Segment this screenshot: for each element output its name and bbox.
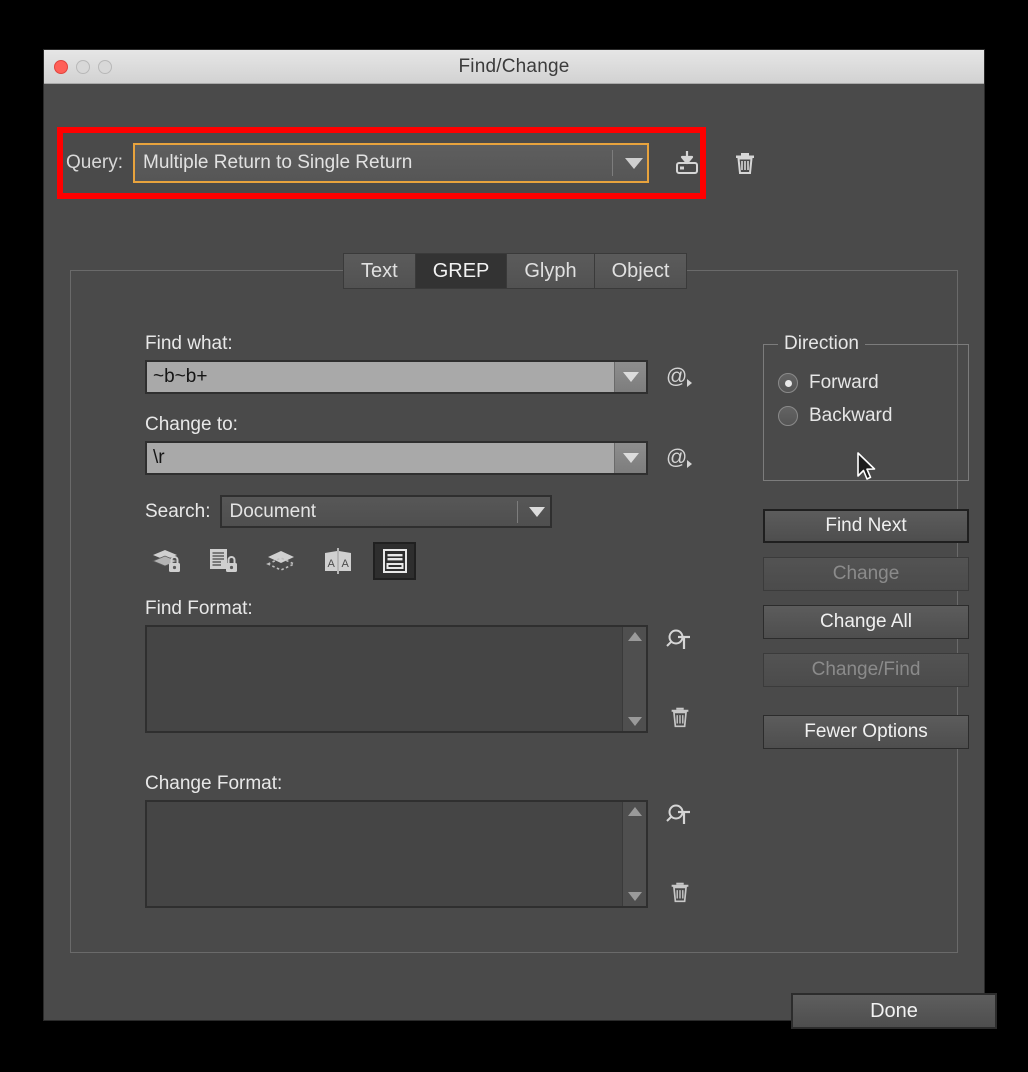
find-what-dropdown-icon[interactable] (614, 362, 646, 392)
zoom-button[interactable] (98, 59, 112, 74)
tab-glyph[interactable]: Glyph (506, 253, 594, 289)
svg-text:@: @ (666, 446, 687, 469)
dialog-body: Query: Multiple Return to Single Return (44, 84, 997, 1029)
change-to-value: \r (153, 447, 165, 468)
change-to-special-chars-icon[interactable]: @ (662, 441, 696, 475)
query-separator (612, 150, 614, 176)
window-title: Find/Change (458, 55, 570, 77)
scroll-up-icon[interactable] (627, 632, 642, 641)
change-format-specify-attributes-icon[interactable] (664, 800, 696, 832)
actions-column: Direction Forward Backward Find Next Cha… (763, 333, 973, 749)
radio-forward-label: Forward (809, 372, 879, 393)
svg-text:A: A (341, 558, 349, 570)
find-format-row (145, 625, 715, 733)
scroll-up-icon[interactable] (627, 807, 642, 816)
search-fields-column: Find what: ~b~b+ @ Change to: \r @ Searc… (145, 333, 715, 908)
query-dropdown[interactable]: Multiple Return to Single Return (133, 143, 650, 183)
scroll-down-icon[interactable] (627, 892, 642, 901)
change-format-actions (664, 800, 696, 908)
change-format-clear-icon[interactable] (664, 876, 696, 908)
find-next-button[interactable]: Find Next (763, 509, 969, 543)
change-find-button: Change/Find (763, 653, 969, 687)
include-hidden-layers-icon[interactable] (259, 542, 302, 580)
change-all-button[interactable]: Change All (763, 605, 969, 639)
delete-query-icon[interactable] (725, 143, 765, 183)
change-button: Change (763, 557, 969, 591)
svg-text:A: A (327, 558, 335, 570)
direction-option-forward[interactable]: Forward (778, 372, 954, 394)
change-to-input[interactable]: \r (145, 441, 648, 475)
change-format-block: Change Format: (145, 773, 715, 908)
include-footnotes-icon[interactable] (373, 542, 416, 580)
tab-bar: Text GREP Glyph Object (343, 253, 688, 289)
close-button[interactable] (54, 59, 68, 74)
scroll-down-icon[interactable] (627, 717, 642, 726)
tab-object[interactable]: Object (593, 253, 688, 289)
chevron-down-icon[interactable] (621, 145, 647, 181)
find-change-dialog: Find/Change Query: Multiple Return to Si… (44, 50, 997, 1029)
search-scope-row: Search: Document (145, 495, 715, 528)
query-label: Query: (66, 152, 124, 173)
search-scope-dropdown[interactable]: Document (220, 495, 553, 528)
find-what-value: ~b~b+ (153, 366, 208, 387)
find-what-label: Find what: (145, 333, 233, 354)
include-locked-stories-icon[interactable] (202, 542, 245, 580)
change-format-scrollbar[interactable] (622, 802, 646, 906)
find-what-special-chars-icon[interactable]: @ (662, 360, 696, 394)
query-row: Query: Multiple Return to Single Return (66, 136, 826, 190)
find-format-label: Find Format: (145, 598, 253, 619)
find-format-box[interactable] (145, 625, 648, 733)
direction-legend: Direction (784, 333, 859, 354)
search-scope-chevron-icon[interactable] (524, 506, 550, 517)
change-format-row (145, 800, 715, 908)
window-controls (54, 59, 112, 74)
search-scope-value: Document (229, 500, 317, 522)
search-label: Search: (145, 500, 211, 522)
include-master-pages-icon[interactable]: A A (316, 542, 359, 580)
minimize-button[interactable] (76, 59, 90, 74)
direction-group: Direction Forward Backward (763, 333, 969, 481)
change-to-row: \r @ (145, 441, 715, 475)
tab-grep[interactable]: GREP (414, 253, 507, 289)
save-query-icon[interactable] (667, 143, 707, 183)
find-format-specify-attributes-icon[interactable] (664, 625, 696, 657)
find-format-scrollbar[interactable] (622, 627, 646, 731)
change-format-label: Change Format: (145, 773, 283, 794)
svg-text:@: @ (666, 365, 687, 388)
search-scope-separator (517, 500, 519, 523)
find-what-input[interactable]: ~b~b+ (145, 360, 648, 394)
change-to-dropdown-icon[interactable] (614, 443, 646, 473)
radio-forward[interactable] (778, 373, 798, 393)
direction-option-backward[interactable]: Backward (778, 405, 954, 427)
fewer-options-button[interactable]: Fewer Options (763, 715, 969, 749)
include-locked-layers-icon[interactable] (145, 542, 188, 580)
grep-tab-panel: Find what: ~b~b+ @ Change to: \r @ Searc… (70, 270, 969, 953)
query-value: Multiple Return to Single Return (143, 152, 413, 173)
change-to-label: Change to: (145, 414, 238, 435)
radio-backward[interactable] (778, 406, 798, 426)
find-format-clear-icon[interactable] (664, 701, 696, 733)
find-format-block: Find Format: (145, 598, 715, 733)
window-titlebar: Find/Change (44, 50, 984, 84)
radio-backward-label: Backward (809, 405, 893, 426)
find-format-actions (664, 625, 696, 733)
find-what-row: ~b~b+ @ (145, 360, 715, 394)
tab-text[interactable]: Text (343, 253, 415, 289)
done-button[interactable]: Done (791, 993, 997, 1029)
change-format-box[interactable] (145, 800, 648, 908)
search-scope-toolbar: A A (145, 542, 715, 580)
